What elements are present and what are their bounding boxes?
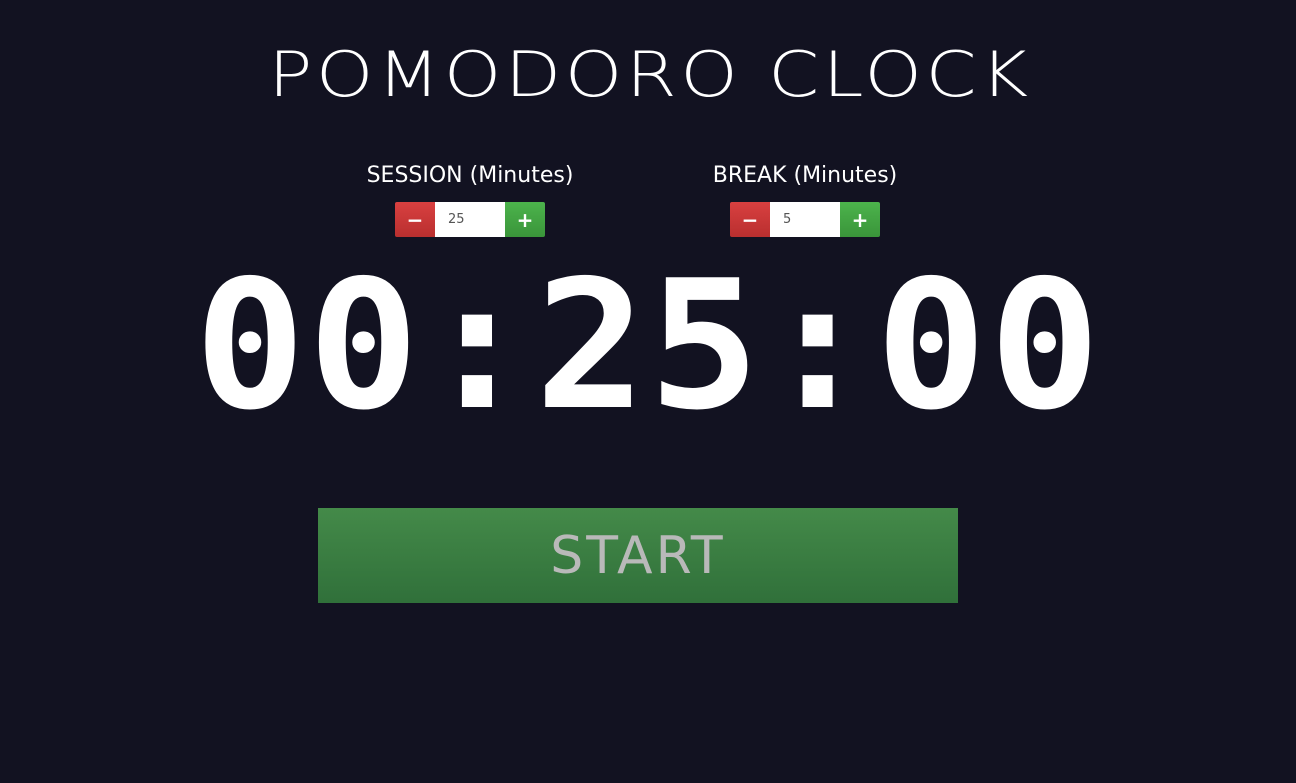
session-stepper: − +	[320, 202, 620, 237]
break-length-input[interactable]	[770, 202, 840, 237]
break-label: BREAK (Minutes)	[712, 163, 898, 188]
break-decrement-button[interactable]: −	[730, 202, 770, 237]
break-increment-button[interactable]: +	[840, 202, 880, 237]
break-stepper: − +	[655, 202, 955, 237]
page-title: POMODORO CLOCK	[268, 38, 1032, 111]
break-setting: BREAK (Minutes) − +	[655, 160, 955, 237]
session-length-input[interactable]	[435, 202, 505, 237]
session-increment-button[interactable]: +	[505, 202, 545, 237]
pomodoro-app: POMODORO CLOCK SESSION (Minutes) − + BRE…	[0, 0, 1296, 783]
session-label: SESSION (Minutes)	[366, 163, 574, 188]
session-setting: SESSION (Minutes) − +	[320, 160, 620, 237]
timer-display: 00:25:00	[194, 242, 1103, 449]
start-button[interactable]: START	[318, 508, 958, 603]
session-decrement-button[interactable]: −	[395, 202, 435, 237]
